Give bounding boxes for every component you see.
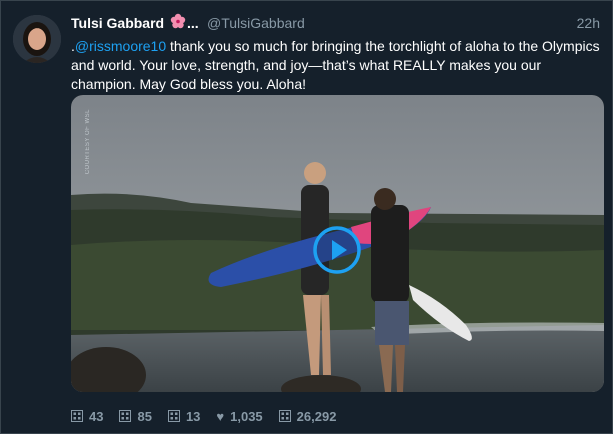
tweet-card[interactable]: Tulsi Gabbard ... @TulsiGabbard 22h .@ri… [0,0,613,434]
video-media[interactable]: COURTESY OF WSL [71,95,604,392]
author-name[interactable]: Tulsi Gabbard [71,14,164,32]
retweet-count: 85 [137,408,152,424]
avatar-image [13,15,61,63]
reply-button[interactable]: 43 [71,407,103,425]
reply-icon [71,410,83,422]
views-button[interactable]: 26,292 [278,407,337,425]
retweet-icon [119,410,132,422]
tweet-text: .@rissmoore10 thank you so much for brin… [71,37,601,94]
like-count: 1,035 [230,408,263,424]
hibiscus-icon [170,13,186,29]
name-truncation: ... [187,15,199,31]
play-icon[interactable] [312,225,362,275]
quote-count: 13 [185,408,201,424]
like-button[interactable]: ♥ 1,035 [216,407,262,425]
author-handle[interactable]: @TulsiGabbard [207,14,305,32]
mention-link[interactable]: @rissmoore10 [75,38,166,54]
quote-button[interactable]: 13 [167,407,201,425]
tweet-header: Tulsi Gabbard ... @TulsiGabbard 22h [71,13,600,32]
views-icon [278,410,291,422]
quote-icon [167,410,180,422]
retweet-button[interactable]: 85 [119,407,152,425]
heart-icon: ♥ [216,408,225,424]
media-credit: COURTESY OF WSL [85,109,91,175]
reply-count: 43 [89,408,104,424]
views-count: 26,292 [296,408,337,424]
tweet-timestamp[interactable]: 22h [577,14,600,32]
tweet-actions: 43 85 13 ♥ 1,035 26,292 [71,407,352,425]
avatar[interactable] [13,15,61,63]
